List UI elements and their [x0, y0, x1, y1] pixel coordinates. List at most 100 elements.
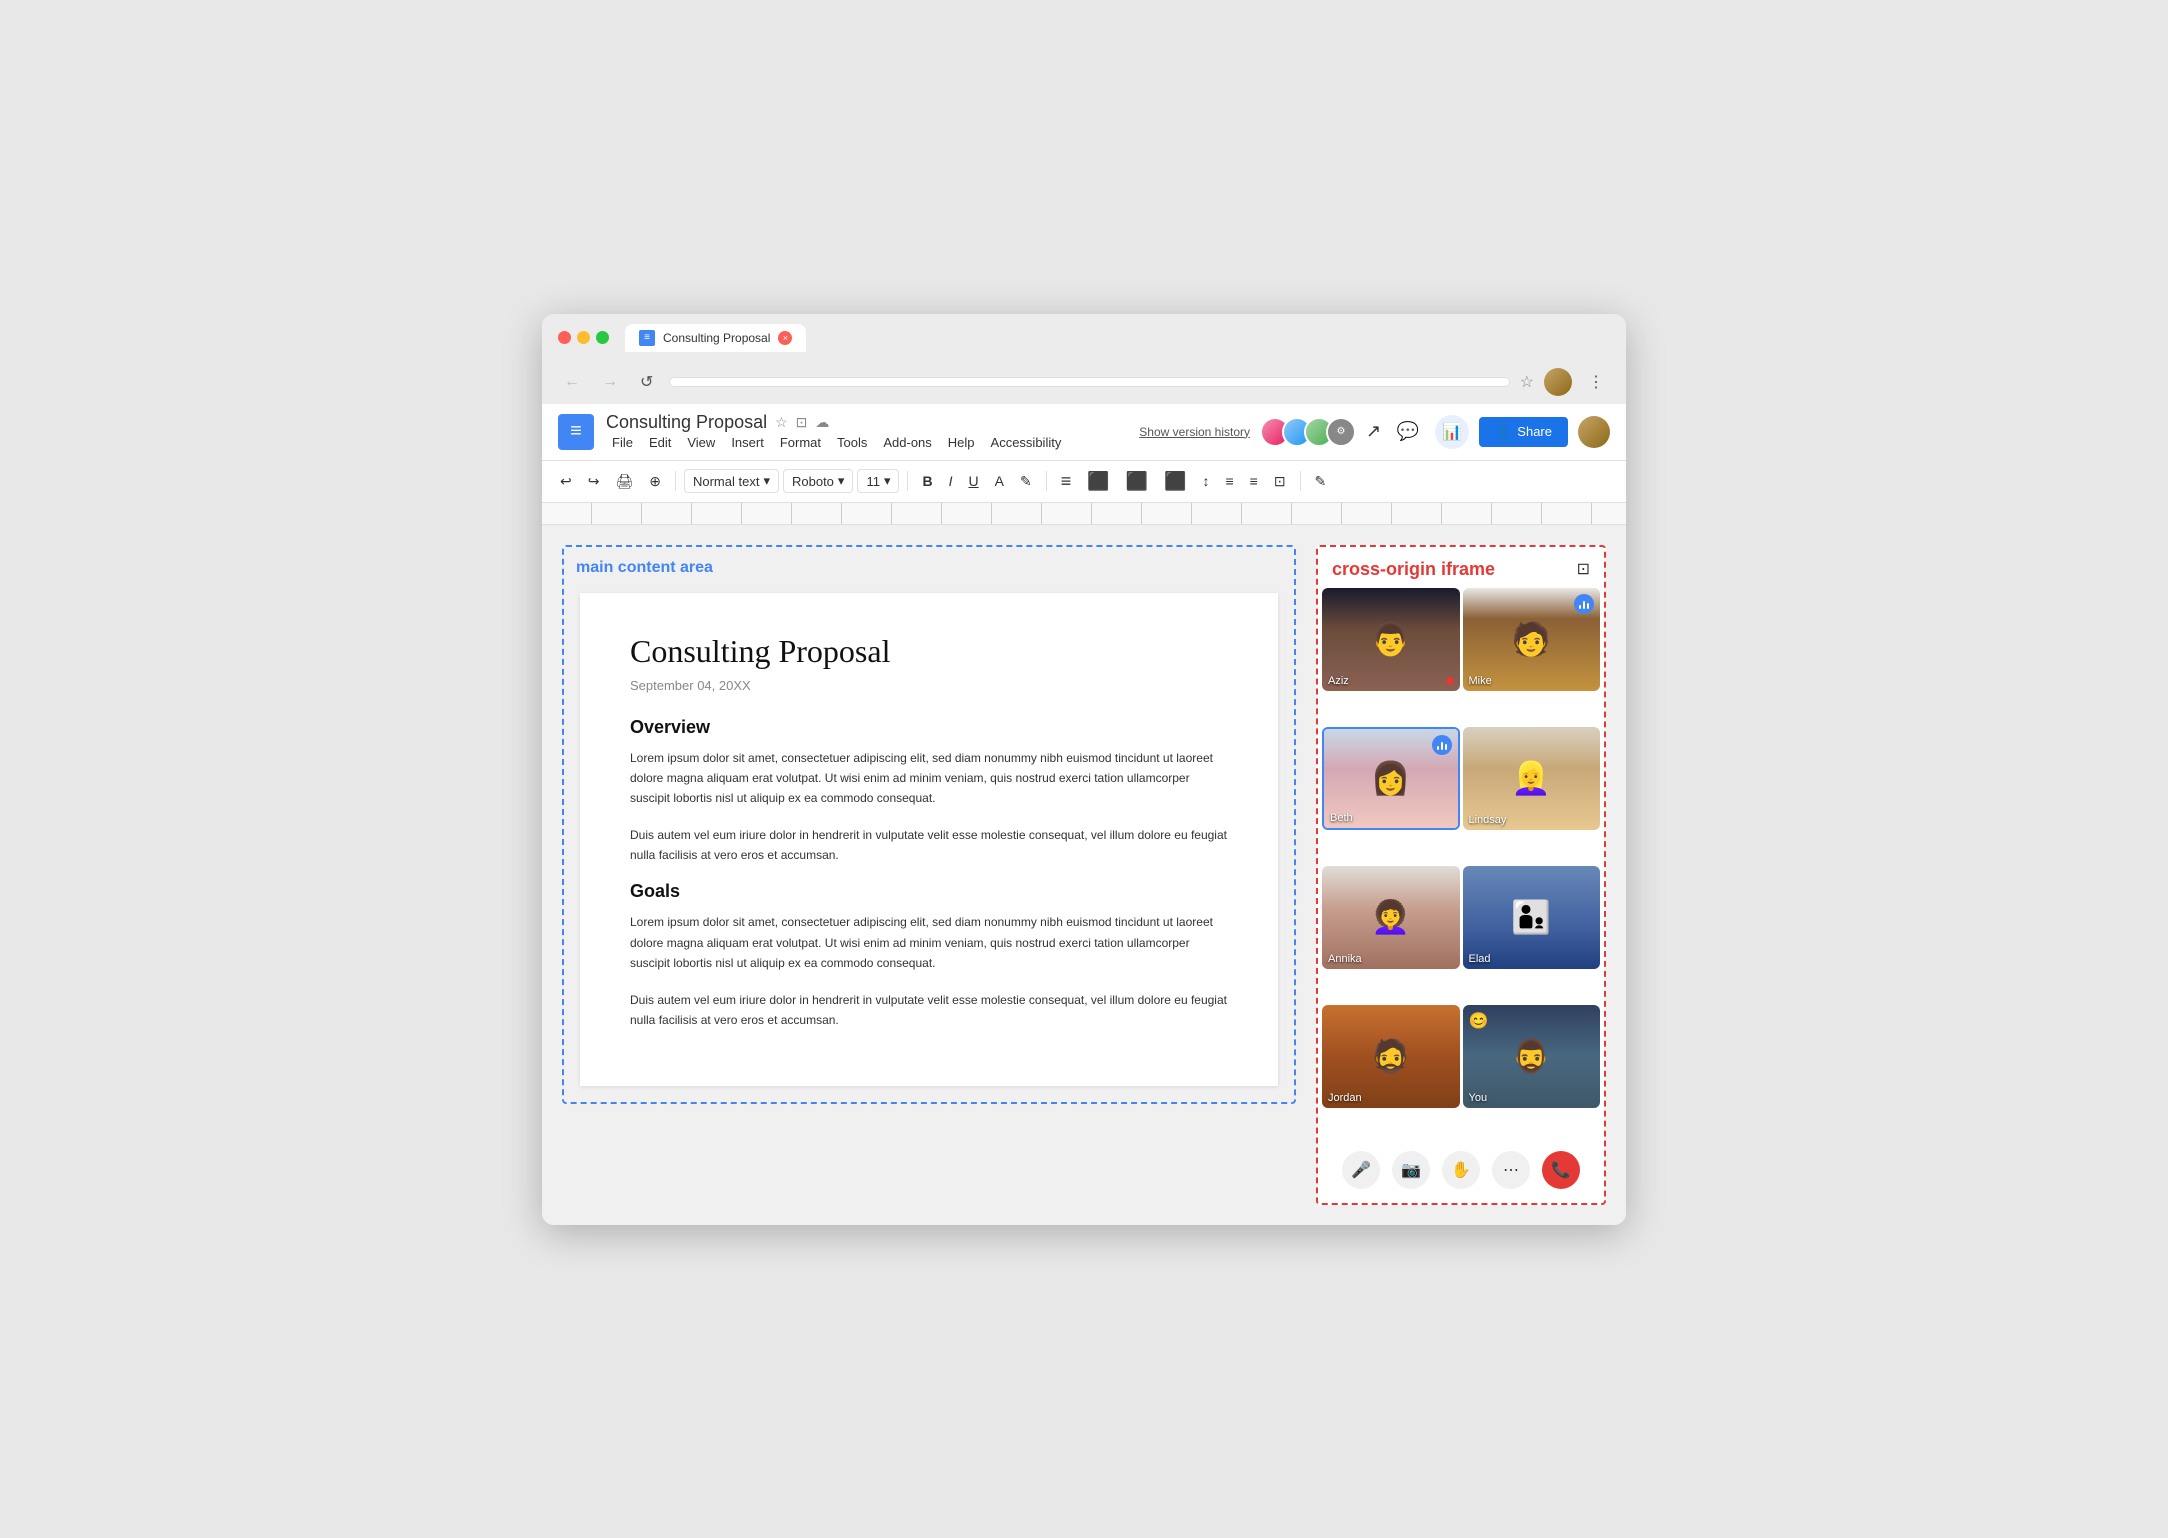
- sidebar-header: cross-origin iframe ⊡: [1318, 547, 1604, 588]
- minimize-traffic-light[interactable]: [577, 331, 590, 344]
- nav-bar: ← → ↺ ☆ ⋮: [542, 360, 1626, 404]
- camera-button[interactable]: 📷: [1392, 1151, 1430, 1189]
- address-bar[interactable]: [669, 377, 1509, 387]
- align-justify-button[interactable]: ⬛: [1158, 467, 1192, 496]
- section1-para2: Duis autem vel eum iriure dolor in hendr…: [630, 825, 1228, 866]
- cloud-icon[interactable]: ☁: [815, 414, 829, 431]
- font-dropdown-arrow: ▾: [838, 473, 845, 489]
- close-traffic-light[interactable]: [558, 331, 571, 344]
- more-options-button[interactable]: ✎: [1309, 469, 1333, 494]
- section2-para1: Lorem ipsum dolor sit amet, consectetuer…: [630, 912, 1228, 973]
- menu-file[interactable]: File: [606, 433, 639, 452]
- star-icon[interactable]: ☆: [775, 414, 788, 431]
- undo-button[interactable]: ↩: [554, 469, 578, 494]
- user-avatar-nav[interactable]: [1544, 368, 1572, 396]
- print-button[interactable]: 🖨: [609, 469, 639, 494]
- highlight-button[interactable]: ✎: [1014, 469, 1038, 494]
- video-cell-you: 🧔‍♂️ 😊 You: [1463, 1005, 1601, 1108]
- underline-button[interactable]: U: [962, 469, 984, 493]
- toolbar-separator-3: [1046, 471, 1047, 491]
- style-dropdown[interactable]: Normal text ▾: [684, 469, 779, 493]
- browser-tab[interactable]: ≡ Consulting Proposal ×: [625, 324, 806, 352]
- align-left-button[interactable]: ≡: [1055, 467, 1078, 496]
- menu-accessibility[interactable]: Accessibility: [985, 433, 1068, 452]
- more-options-call-button[interactable]: ⋯: [1492, 1151, 1530, 1189]
- style-dropdown-label: Normal text: [693, 474, 759, 489]
- line-spacing-button[interactable]: ↕: [1196, 469, 1215, 493]
- docs-menu-bar: File Edit View Insert Format Tools Add-o…: [606, 433, 1067, 452]
- participant-name-mike: Mike: [1469, 675, 1492, 687]
- back-button[interactable]: ←: [558, 371, 586, 393]
- docs-document-title[interactable]: Consulting Proposal: [606, 412, 767, 433]
- doc-page: Consulting Proposal September 04, 20XX O…: [580, 593, 1278, 1087]
- italic-button[interactable]: I: [943, 469, 959, 493]
- main-area: main content area Consulting Proposal Se…: [542, 525, 1626, 1225]
- collab-avatar-4: ⚙: [1326, 417, 1356, 447]
- main-content-label: main content area: [576, 559, 713, 577]
- docs-app-icon: ≡: [558, 414, 594, 450]
- mic-button[interactable]: 🎤: [1342, 1151, 1380, 1189]
- trending-icon[interactable]: ↗: [1366, 421, 1381, 442]
- version-history-link[interactable]: Show version history: [1139, 425, 1250, 439]
- end-call-button[interactable]: 📞: [1542, 1151, 1580, 1189]
- menu-addons[interactable]: Add-ons: [877, 433, 937, 452]
- bookmark-icon[interactable]: ☆: [1520, 372, 1534, 392]
- doc-title: Consulting Proposal: [630, 633, 1228, 670]
- align-right-button[interactable]: ⬛: [1120, 467, 1154, 496]
- toolbar-separator-2: [907, 471, 908, 491]
- raise-hand-button[interactable]: ✋: [1442, 1151, 1480, 1189]
- video-cell-aziz: 👨 Aziz: [1322, 588, 1460, 691]
- menu-edit[interactable]: Edit: [643, 433, 677, 452]
- font-dropdown-label: Roboto: [792, 474, 834, 489]
- tab-title: Consulting Proposal: [663, 331, 770, 345]
- align-center-button[interactable]: ⬛: [1081, 467, 1115, 496]
- title-bar: ≡ Consulting Proposal ×: [542, 314, 1626, 360]
- docs-title-area: Consulting Proposal ☆ ⊡ ☁ File Edit View…: [606, 412, 1067, 452]
- participant-name-lindsay: Lindsay: [1469, 814, 1507, 826]
- text-color-button[interactable]: A: [989, 469, 1010, 493]
- audio-button[interactable]: 📊: [1435, 415, 1469, 449]
- video-cell-jordan: 🧔 Jordan: [1322, 1005, 1460, 1108]
- menu-help[interactable]: Help: [942, 433, 981, 452]
- participant-name-beth: Beth: [1330, 812, 1353, 824]
- menu-tools[interactable]: Tools: [831, 433, 873, 452]
- sidebar-title: cross-origin iframe: [1332, 559, 1495, 580]
- participant-name-annika: Annika: [1328, 953, 1362, 965]
- toolbar: ↩ ↪ 🖨 ⊕ Normal text ▾ Roboto ▾ 11 ▾ B I …: [542, 461, 1626, 503]
- comments-button[interactable]: 💬: [1391, 415, 1425, 449]
- browser-menu-button[interactable]: ⋮: [1582, 370, 1610, 394]
- size-dropdown[interactable]: 11 ▾: [857, 469, 899, 493]
- participant-name-you: You: [1469, 1092, 1488, 1104]
- docs-title-row: Consulting Proposal ☆ ⊡ ☁: [606, 412, 1067, 433]
- refresh-button[interactable]: ↺: [634, 370, 659, 394]
- share-button[interactable]: 👤 Share: [1479, 417, 1568, 447]
- call-controls: 🎤 📷 ✋ ⋯ 📞: [1318, 1141, 1604, 1203]
- bullet-list-button[interactable]: ≡: [1219, 469, 1239, 493]
- doc-area[interactable]: main content area Consulting Proposal Se…: [542, 525, 1316, 1225]
- redo-button[interactable]: ↪: [582, 469, 606, 494]
- toolbar-separator-1: [675, 471, 676, 491]
- ruler-marks: [542, 503, 1626, 524]
- expand-icon[interactable]: ⊡: [1577, 559, 1590, 579]
- section2-para2: Duis autem vel eum iriure dolor in hendr…: [630, 990, 1228, 1031]
- bold-button[interactable]: B: [916, 469, 938, 493]
- menu-view[interactable]: View: [681, 433, 721, 452]
- participant-name-jordan: Jordan: [1328, 1092, 1362, 1104]
- share-label: Share: [1517, 424, 1552, 439]
- size-dropdown-arrow: ▾: [884, 473, 891, 489]
- docs-header: ≡ Consulting Proposal ☆ ⊡ ☁ File Edit Vi…: [542, 404, 1626, 461]
- menu-format[interactable]: Format: [774, 433, 827, 452]
- zoom-button[interactable]: ⊕: [643, 469, 667, 494]
- image-button[interactable]: ⊡: [1268, 469, 1292, 494]
- section1-para1: Lorem ipsum dolor sit amet, consectetuer…: [630, 748, 1228, 809]
- maximize-traffic-light[interactable]: [596, 331, 609, 344]
- numbered-list-button[interactable]: ≡: [1244, 469, 1264, 493]
- forward-button[interactable]: →: [596, 371, 624, 393]
- video-cell-mike: 🧑 Mike: [1463, 588, 1601, 691]
- tab-close-button[interactable]: ×: [778, 331, 792, 345]
- font-dropdown[interactable]: Roboto ▾: [783, 469, 853, 493]
- folder-icon[interactable]: ⊡: [796, 414, 808, 431]
- menu-insert[interactable]: Insert: [725, 433, 770, 452]
- user-avatar-docs[interactable]: [1578, 416, 1610, 448]
- style-dropdown-arrow: ▾: [763, 473, 770, 489]
